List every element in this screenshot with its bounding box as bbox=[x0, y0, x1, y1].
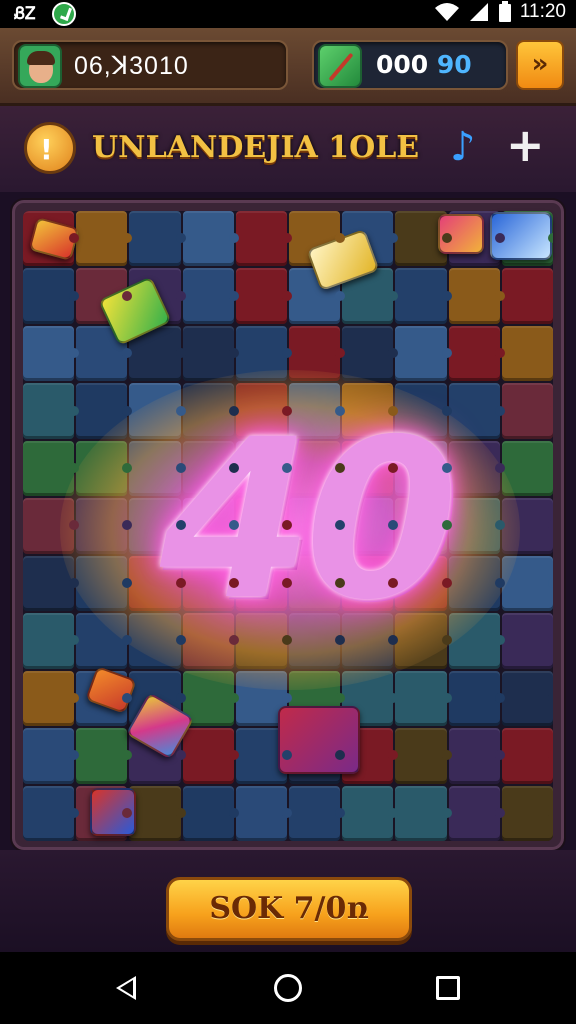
action-button[interactable]: SOK 7/0ռ bbox=[166, 877, 412, 941]
clock: 11:20 bbox=[519, 1, 566, 22]
score-popup: 40 bbox=[159, 392, 458, 648]
puzzle-tile[interactable] bbox=[23, 383, 80, 439]
navigation-bar bbox=[0, 952, 576, 1024]
info-icon: ! bbox=[40, 133, 53, 166]
wifi-icon bbox=[434, 3, 459, 21]
puzzle-tile[interactable] bbox=[395, 728, 452, 784]
puzzle-tile[interactable] bbox=[182, 728, 240, 784]
puzzle-tile[interactable] bbox=[23, 670, 80, 727]
puzzle-tile[interactable] bbox=[501, 440, 553, 497]
puzzle-tile[interactable] bbox=[23, 785, 80, 841]
puzzle-tile[interactable] bbox=[448, 728, 506, 784]
puzzle-tile[interactable] bbox=[501, 728, 553, 784]
music-note-icon[interactable]: ♪ bbox=[450, 124, 476, 170]
status-bar: ᏰᏃ 11:20 bbox=[0, 0, 576, 28]
puzzle-tile[interactable] bbox=[23, 728, 80, 784]
puzzle-tile[interactable] bbox=[395, 325, 452, 382]
top-hud: 06,ꓘ3010 000 90 » bbox=[0, 28, 576, 106]
title-row: ! UNLANDEJIA 1OLE ♪ + bbox=[0, 106, 576, 192]
info-button[interactable]: ! bbox=[24, 122, 76, 174]
puzzle-tile[interactable] bbox=[76, 728, 133, 784]
puzzle-tile[interactable] bbox=[448, 670, 506, 727]
battery-icon bbox=[498, 1, 511, 22]
puzzle-tile[interactable] bbox=[129, 785, 186, 841]
puzzle-tile[interactable] bbox=[501, 325, 553, 382]
puzzle-tile[interactable] bbox=[23, 268, 80, 324]
puzzle-tile[interactable] bbox=[501, 555, 553, 612]
coin-panel[interactable]: 000 90 bbox=[312, 40, 508, 90]
puzzle-tile[interactable] bbox=[289, 325, 346, 382]
puzzle-tile[interactable] bbox=[448, 785, 506, 841]
puzzle-tile[interactable] bbox=[235, 325, 293, 382]
puzzle-tile[interactable] bbox=[501, 785, 553, 841]
puzzle-tile[interactable] bbox=[395, 268, 452, 324]
puzzle-tile[interactable] bbox=[23, 498, 80, 554]
puzzle-tile[interactable] bbox=[23, 613, 80, 669]
puzzle-tile[interactable] bbox=[23, 440, 80, 497]
puzzle-tile[interactable] bbox=[395, 785, 452, 841]
floating-puzzle-piece[interactable] bbox=[278, 706, 360, 774]
status-notification-badge: ᏰᏃ bbox=[14, 4, 36, 24]
puzzle-tile[interactable] bbox=[501, 613, 553, 669]
player-panel[interactable]: 06,ꓘ3010 bbox=[12, 40, 288, 90]
back-icon[interactable] bbox=[116, 976, 136, 1000]
coin-value: 000 90 bbox=[376, 50, 472, 79]
puzzle-tile[interactable] bbox=[235, 211, 293, 267]
coin-value-accent: 90 bbox=[436, 50, 472, 79]
puzzle-tile[interactable] bbox=[182, 785, 240, 841]
puzzle-tile[interactable] bbox=[448, 325, 506, 382]
cell-signal-icon bbox=[469, 3, 488, 21]
puzzle-tile[interactable] bbox=[182, 325, 240, 382]
puzzle-tile[interactable] bbox=[182, 268, 240, 324]
puzzle-tile[interactable] bbox=[76, 211, 133, 267]
skip-button[interactable]: » bbox=[516, 40, 564, 90]
puzzle-tile[interactable] bbox=[235, 268, 293, 324]
double-chevron-right-icon: » bbox=[531, 49, 549, 79]
home-icon[interactable] bbox=[274, 974, 302, 1002]
puzzle-tile[interactable] bbox=[23, 325, 80, 382]
puzzle-tile[interactable] bbox=[501, 670, 553, 727]
puzzle-tile[interactable] bbox=[289, 785, 346, 841]
player-score: 06,ꓘ3010 bbox=[74, 52, 189, 80]
puzzle-tile[interactable] bbox=[501, 383, 553, 439]
puzzle-tile[interactable] bbox=[129, 211, 186, 267]
puzzle-tile[interactable] bbox=[342, 325, 399, 382]
puzzle-tile[interactable] bbox=[501, 268, 553, 324]
app-notification-icon bbox=[51, 2, 76, 26]
level-title: UNLANDEJIA 1OLE bbox=[92, 130, 420, 165]
player-avatar[interactable] bbox=[18, 44, 62, 88]
puzzle-tile[interactable] bbox=[23, 555, 80, 612]
puzzle-tile[interactable] bbox=[501, 498, 553, 554]
puzzle-tile[interactable] bbox=[235, 785, 293, 841]
coin-value-main: 000 bbox=[376, 50, 429, 79]
puzzle-tile[interactable] bbox=[342, 785, 399, 841]
puzzle-tile[interactable] bbox=[395, 670, 452, 727]
recents-icon[interactable] bbox=[436, 976, 460, 1000]
plus-icon[interactable]: + bbox=[506, 118, 545, 172]
leaf-icon bbox=[318, 44, 362, 88]
puzzle-tile[interactable] bbox=[182, 211, 240, 267]
puzzle-tile[interactable] bbox=[448, 268, 506, 324]
